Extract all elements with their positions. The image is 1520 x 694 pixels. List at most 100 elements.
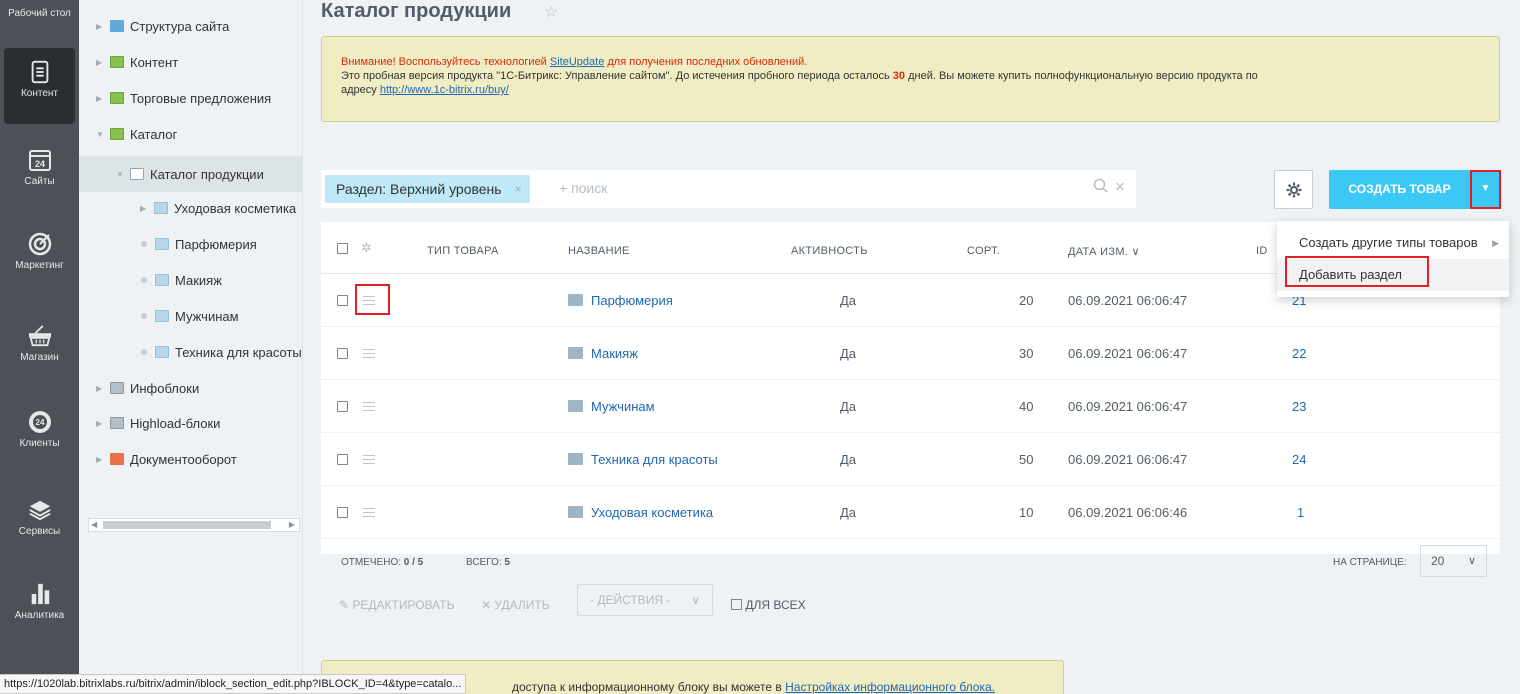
row-id[interactable]: 1 [1297, 505, 1304, 520]
trial-text: дней. Вы можете купить полнофункциональн… [905, 70, 1258, 82]
tree-item-label: Уходовая косметика [174, 200, 297, 216]
row-id[interactable]: 23 [1292, 399, 1306, 414]
grid-settings-button[interactable] [1274, 170, 1313, 209]
column-header-type[interactable]: ТИП ТОВАРА [427, 245, 499, 257]
scroll-left-icon[interactable]: ◀ [91, 519, 97, 531]
tree-item-product-catalog[interactable]: ▼ Каталог продукции [79, 156, 302, 192]
menu-analytics[interactable]: Аналитика [0, 582, 79, 621]
tree-item-highload[interactable]: ▶ Highload-блоки [79, 405, 302, 441]
row-date: 06.09.2021 06:06:47 [1068, 399, 1188, 414]
buy-link[interactable]: http://www.1c-bitrix.ru/buy/ [380, 84, 509, 96]
row-checkbox[interactable] [337, 454, 348, 465]
trial-text: адресу [341, 84, 380, 96]
tree-item-men[interactable]: Мужчинам [79, 298, 302, 334]
column-header-sort[interactable]: СОРТ. [967, 245, 1000, 257]
table-row[interactable]: Уходовая косметика Да 10 06.09.2021 06:0… [321, 486, 1500, 539]
row-id[interactable]: 22 [1292, 346, 1306, 361]
highload-icon [110, 417, 124, 429]
expand-arrow-icon[interactable]: ▶ [96, 58, 104, 67]
row-checkbox[interactable] [337, 507, 348, 518]
left-menu: Рабочий стол Контент 24 Сайты Маркетинг [0, 0, 79, 694]
folder-icon [155, 274, 169, 286]
column-header-name[interactable]: НАЗВАНИЕ [568, 245, 630, 257]
filter-chip[interactable]: Раздел: Верхний уровень × [325, 175, 530, 203]
chip-close-icon[interactable]: × [515, 175, 522, 203]
total-label: ВСЕГО: [466, 557, 502, 568]
actions-select[interactable]: - ДЕЙСТВИЯ - ∨ [577, 584, 713, 616]
checkbox-box[interactable] [731, 599, 742, 610]
iblock-icon [110, 92, 124, 104]
tree-item-perfume[interactable]: Парфюмерия [79, 226, 302, 262]
create-product-button[interactable]: СОЗДАТЬ ТОВАР [1329, 170, 1470, 209]
expand-arrow-icon[interactable]: ▶ [96, 384, 104, 393]
tree-horizontal-scrollbar[interactable]: ◀ ▶ [88, 518, 300, 532]
menu-clients[interactable]: 24 Клиенты [0, 410, 79, 449]
tree-item-skincare[interactable]: ▶ Уходовая косметика [79, 190, 302, 226]
tree-item-content[interactable]: ▶ Контент [79, 44, 302, 80]
expand-arrow-icon[interactable]: ▶ [140, 204, 148, 213]
column-settings-icon[interactable]: ✲ [361, 240, 372, 256]
tree-item-makeup[interactable]: Макияж [79, 262, 302, 298]
folder-icon [568, 506, 583, 518]
table-row[interactable]: Мужчинам Да 40 06.09.2021 06:06:47 23 [321, 380, 1500, 433]
expand-arrow-icon[interactable]: ▶ [96, 419, 104, 428]
edit-button[interactable]: ✎ РЕДАКТИРОВАТЬ [339, 598, 454, 612]
iblock-icon [110, 128, 124, 140]
collapse-arrow-icon[interactable]: ▼ [116, 170, 124, 179]
expand-arrow-icon[interactable]: ▶ [96, 94, 104, 103]
row-name-link[interactable]: Мужчинам [591, 399, 655, 414]
menu-services[interactable]: Сервисы [0, 498, 79, 537]
column-header-date[interactable]: ДАТА ИЗМ. ∨ [1068, 245, 1140, 258]
folder-icon [155, 310, 169, 322]
menu-marketing[interactable]: Маркетинг [0, 232, 79, 271]
scroll-thumb[interactable] [103, 521, 271, 529]
tree-item-label: Макияж [175, 272, 222, 288]
clear-search-icon[interactable]: × [1115, 177, 1125, 197]
tree-item-structure[interactable]: ▶ Структура сайта [79, 8, 302, 44]
row-name-link[interactable]: Уходовая косметика [591, 505, 713, 520]
per-page-select[interactable]: 20 ∨ [1420, 545, 1487, 577]
table-row[interactable]: Макияж Да 30 06.09.2021 06:06:47 22 [321, 327, 1500, 380]
row-checkbox[interactable] [337, 401, 348, 412]
menu-item-create-other-types[interactable]: Создать другие типы товаров ▶ [1277, 227, 1509, 259]
menu-shop[interactable]: Магазин [0, 324, 79, 363]
for-all-checkbox[interactable]: ДЛЯ ВСЕХ [731, 598, 806, 612]
create-dropdown-menu: Создать другие типы товаров ▶ Добавить р… [1277, 221, 1509, 297]
tree-item-workflow[interactable]: ▶ Документооборот [79, 441, 302, 477]
row-actions-menu-icon[interactable] [363, 508, 375, 517]
table-row[interactable]: Техника для красоты Да 50 06.09.2021 06:… [321, 433, 1500, 486]
expand-arrow-icon[interactable]: ▶ [96, 455, 104, 464]
row-name-link[interactable]: Парфюмерия [591, 293, 673, 308]
scroll-right-icon[interactable]: ▶ [289, 519, 295, 531]
tree-item-infoblocks[interactable]: ▶ Инфоблоки [79, 370, 302, 406]
row-actions-menu-icon[interactable] [363, 402, 375, 411]
tree-item-catalog[interactable]: ▼ Каталог [79, 116, 302, 152]
search-input[interactable]: + поиск [559, 180, 607, 196]
menu-desktop[interactable]: Рабочий стол [0, 8, 79, 19]
menu-item-label: Создать другие типы товаров [1299, 235, 1478, 250]
menu-sites-label: Сайты [24, 176, 55, 187]
tree-item-offers[interactable]: ▶ Торговые предложения [79, 80, 302, 116]
row-id[interactable]: 24 [1292, 452, 1306, 467]
filter-search-bar[interactable]: Раздел: Верхний уровень × + поиск × [321, 170, 1136, 208]
column-header-id[interactable]: ID [1256, 245, 1268, 257]
collapse-arrow-icon[interactable]: ▼ [96, 130, 104, 139]
favorite-star-icon[interactable]: ☆ [544, 2, 558, 22]
row-actions-menu-icon[interactable] [363, 455, 375, 464]
row-checkbox[interactable] [337, 295, 348, 306]
menu-content[interactable]: Контент [0, 48, 79, 126]
row-checkbox[interactable] [337, 348, 348, 359]
iblock-settings-link[interactable]: Настройках информационного блока. [785, 680, 995, 694]
row-actions-menu-icon[interactable] [363, 349, 375, 358]
tree-item-beauty-tech[interactable]: Техника для красоты [79, 334, 302, 370]
siteupdate-link[interactable]: SiteUpdate [550, 56, 604, 68]
menu-sites[interactable]: 24 Сайты [0, 148, 79, 187]
row-name-link[interactable]: Техника для красоты [591, 452, 718, 467]
select-all-checkbox[interactable] [337, 243, 348, 254]
expand-arrow-icon[interactable]: ▶ [96, 22, 104, 31]
delete-button[interactable]: ✕ УДАЛИТЬ [481, 598, 550, 612]
create-menu-dropdown-button[interactable]: ▼ [1470, 170, 1501, 209]
column-header-active[interactable]: АКТИВНОСТЬ [791, 245, 868, 257]
search-icon[interactable] [1093, 178, 1109, 194]
row-name-link[interactable]: Макияж [591, 346, 638, 361]
